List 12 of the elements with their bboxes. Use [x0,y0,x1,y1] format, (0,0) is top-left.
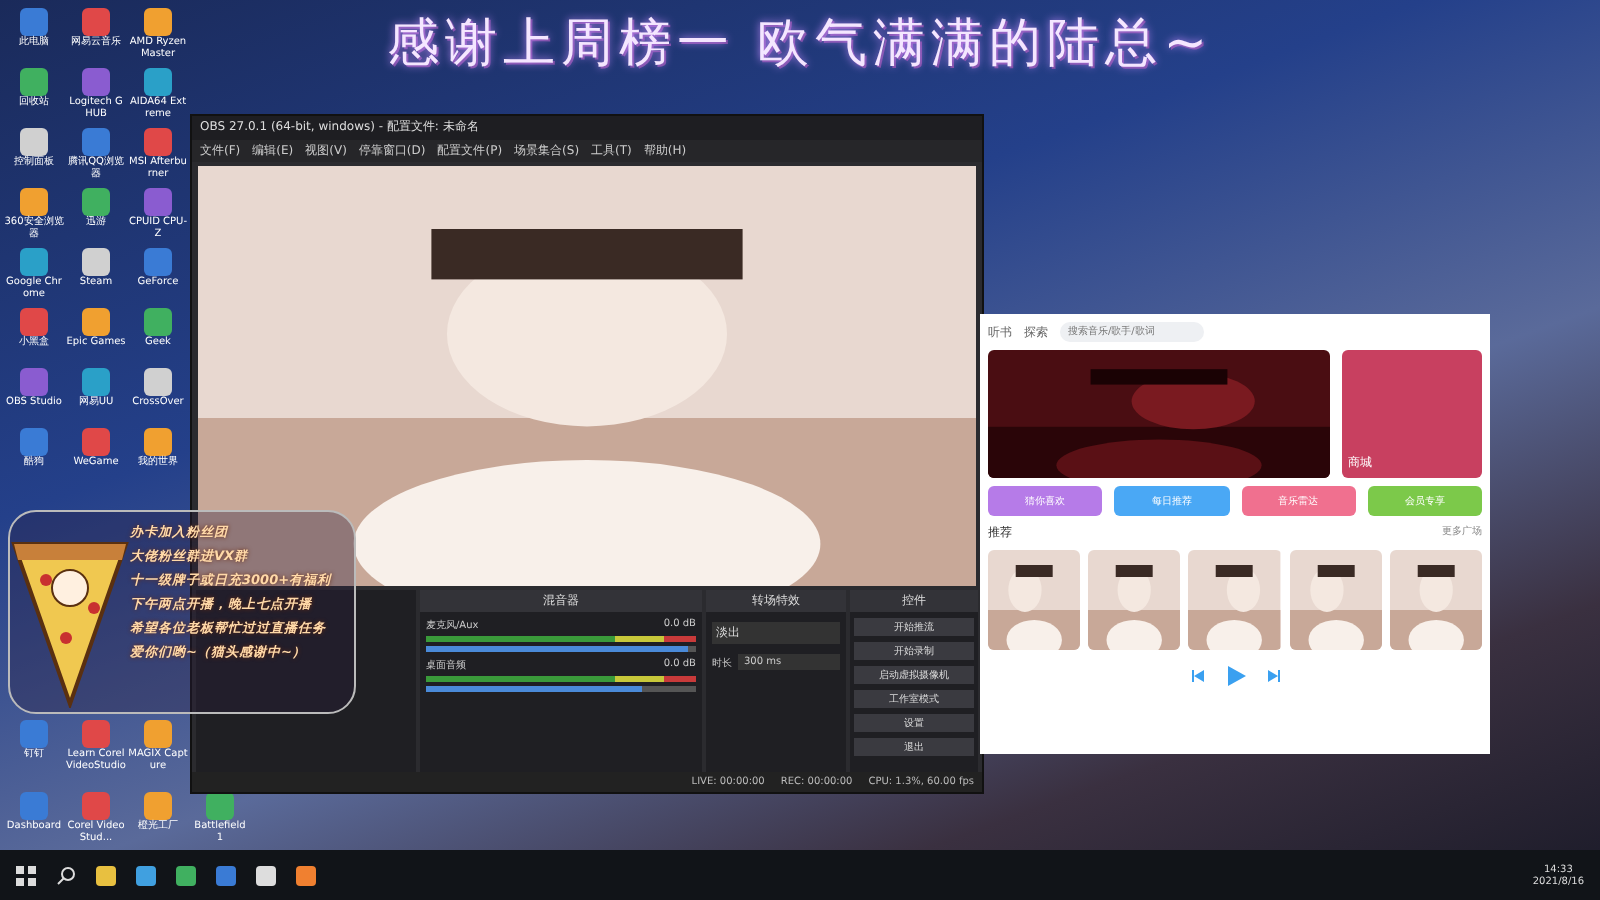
app-icon[interactable] [20,128,48,156]
banner-text: 感谢上周榜一 欧气满满的陆总~ [384,12,1216,78]
app-icon[interactable] [206,792,234,820]
play-icon[interactable] [1225,666,1245,686]
app-icon[interactable] [144,368,172,396]
volume-slider[interactable] [426,686,696,692]
start-icon[interactable] [16,865,36,885]
app-icon[interactable] [144,8,172,36]
search-icon[interactable] [56,865,76,885]
previous-icon[interactable] [1189,668,1205,684]
app-icon[interactable] [82,248,110,276]
next-icon[interactable] [1265,668,1281,684]
